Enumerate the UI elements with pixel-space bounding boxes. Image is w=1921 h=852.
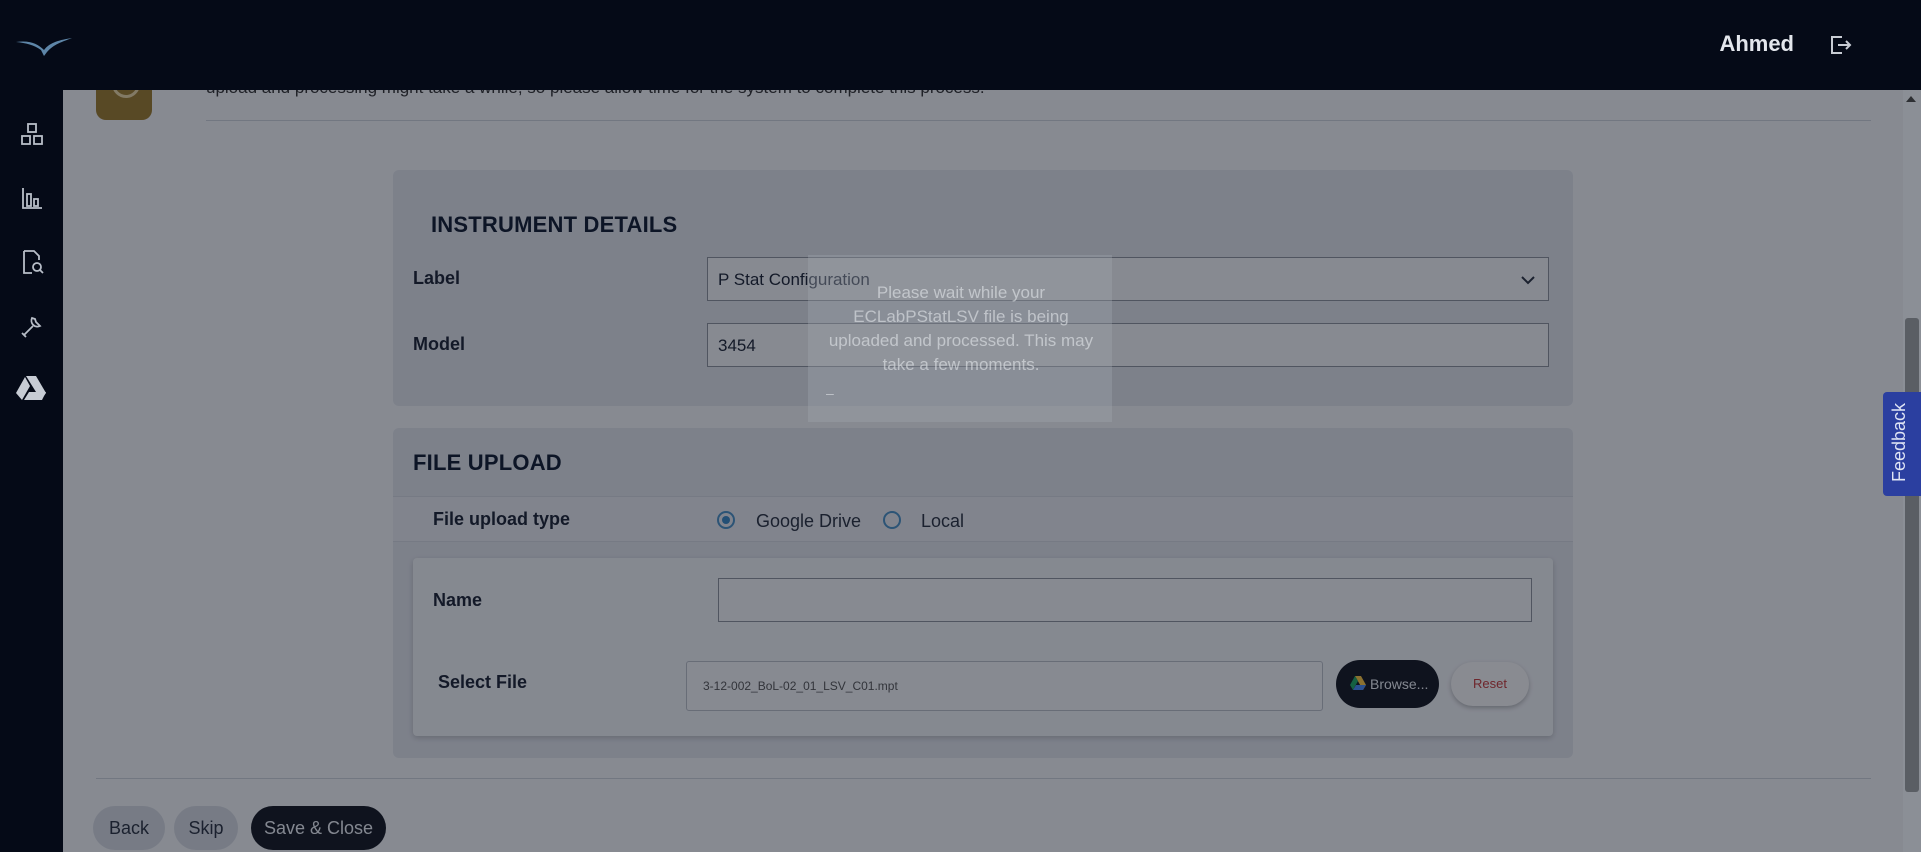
logout-icon[interactable] xyxy=(1827,32,1853,58)
scrollbar-thumb[interactable] xyxy=(1905,318,1919,792)
processing-message: Please wait while your ECLabPStatLSV fil… xyxy=(828,283,1094,374)
feedback-label: Feedback xyxy=(1889,402,1909,482)
loading-overlay xyxy=(63,90,1921,852)
dashboard-icon[interactable] xyxy=(18,120,46,148)
sidebar xyxy=(0,90,63,852)
top-bar: Ahmed xyxy=(0,0,1921,90)
processing-modal: Please wait while your ECLabPStatLSV fil… xyxy=(808,255,1112,422)
google-drive-icon[interactable] xyxy=(15,374,47,402)
feedback-tab[interactable]: Feedback xyxy=(1883,392,1921,496)
document-search-icon[interactable] xyxy=(18,248,46,276)
user-name[interactable]: Ahmed xyxy=(1719,31,1794,57)
brand-logo[interactable] xyxy=(14,34,74,58)
chart-icon[interactable] xyxy=(18,184,46,212)
wrench-icon[interactable] xyxy=(18,312,46,340)
scroll-up-arrow-icon[interactable] xyxy=(1906,96,1916,102)
progress-indicator: – xyxy=(826,385,834,401)
